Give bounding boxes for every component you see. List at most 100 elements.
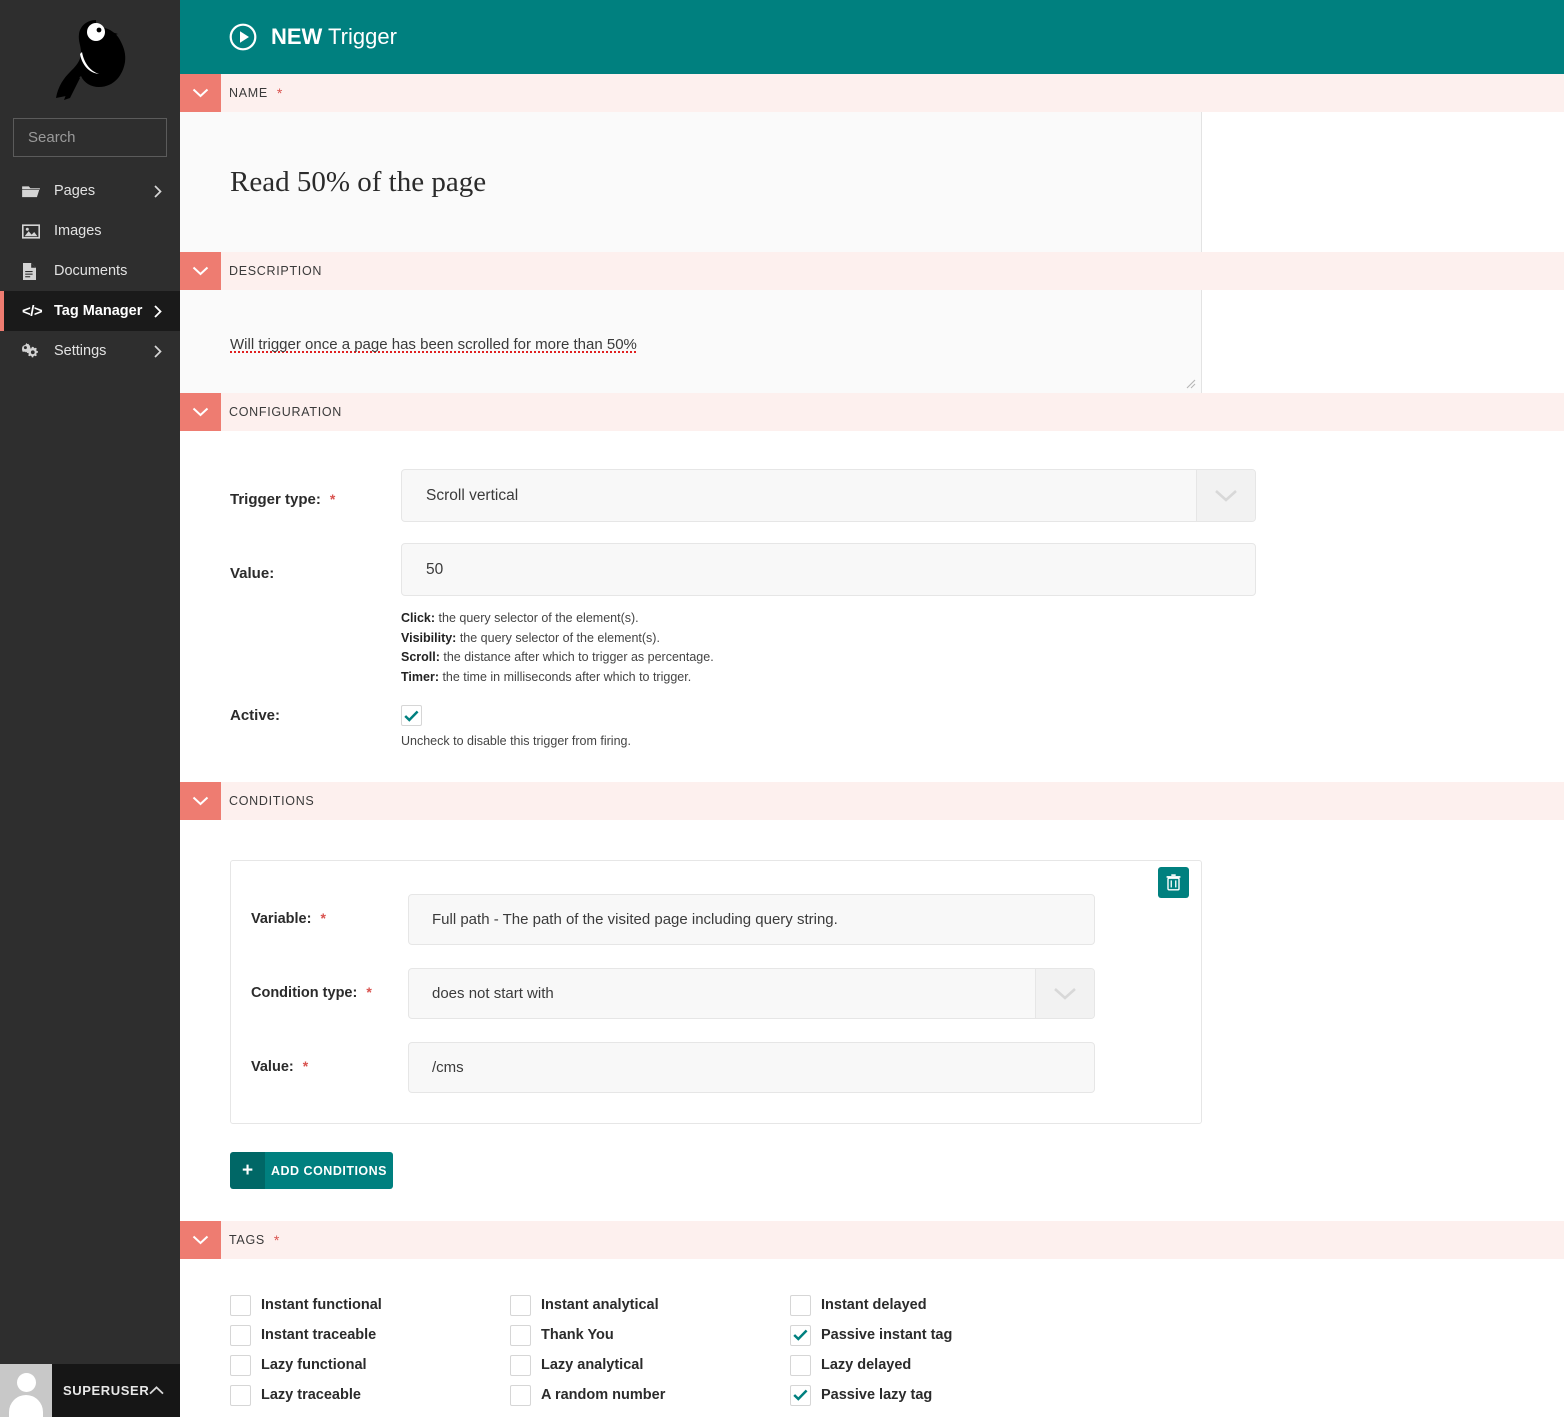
tag-column: Instant analytical Thank You Lazy analyt…: [510, 1290, 790, 1410]
search-box[interactable]: [13, 118, 244, 157]
section-header-configuration: CONFIGURATION: [180, 393, 1564, 431]
image-icon: [22, 222, 42, 240]
add-conditions-button[interactable]: + ADD CONDITIONS: [230, 1152, 393, 1189]
resize-grip-icon[interactable]: [1183, 376, 1196, 389]
tag-checkbox[interactable]: [230, 1354, 251, 1376]
user-name: SUPERUSER: [63, 1383, 150, 1398]
page-title: NEW Trigger: [271, 24, 397, 50]
chevron-down-icon[interactable]: [1196, 470, 1255, 521]
collapse-toggle-description[interactable]: [180, 252, 221, 290]
collapse-toggle-configuration[interactable]: [180, 393, 221, 431]
label-text: Active:: [230, 707, 281, 724]
tag-label: Instant functional: [261, 1297, 382, 1313]
sidebar-item-tag-manager[interactable]: </> Tag Manager: [0, 291, 180, 331]
label-text: Trigger type:: [230, 491, 321, 508]
tag-label: A random number: [541, 1387, 666, 1403]
section-label: DESCRIPTION: [229, 264, 323, 278]
condition-value-input[interactable]: /cms: [408, 1042, 1095, 1093]
condition-variable-input[interactable]: Full path - The path of the visited page…: [408, 894, 1095, 945]
tags-body: Instant functional Instant traceable Laz…: [180, 1259, 1564, 1410]
tag-checkbox[interactable]: [230, 1294, 251, 1316]
tag-checkbox-item[interactable]: A random number: [510, 1380, 790, 1410]
sidebar: Pages Images: [0, 0, 244, 1417]
sidebar-nav: Pages Images Documents </> Tag Manager S…: [0, 171, 180, 371]
sidebar-item-label: Settings: [54, 343, 107, 359]
conditions-body: Variable: * Full path - The path of the v…: [180, 820, 1564, 1189]
label-text: Value:: [230, 565, 275, 582]
hint-item: Scroll: the distance after which to trig…: [401, 648, 1564, 668]
hint-term: Scroll:: [401, 650, 440, 664]
section-title-conditions: CONDITIONS: [221, 782, 314, 820]
tag-checkbox-item[interactable]: Passive lazy tag: [790, 1380, 1070, 1410]
section-label: NAME: [229, 86, 268, 100]
tag-checkbox[interactable]: [230, 1324, 251, 1346]
collapse-toggle-name[interactable]: [180, 74, 221, 112]
hint-text: the query selector of the element(s).: [435, 611, 639, 625]
tag-checkbox-item[interactable]: Instant traceable: [230, 1320, 510, 1350]
trigger-type-control: Scroll vertical: [401, 469, 1564, 522]
value-control: 50 Click: the query selector of the elem…: [401, 543, 1564, 687]
page-title-bold: NEW: [271, 24, 323, 49]
sidebar-item-documents[interactable]: Documents: [0, 251, 180, 291]
tag-label: Lazy functional: [261, 1357, 367, 1373]
section-header-name: NAME *: [180, 74, 1564, 112]
tag-label: Instant analytical: [541, 1297, 659, 1313]
tag-checkbox[interactable]: [230, 1384, 251, 1406]
tag-checkbox-item[interactable]: Lazy traceable: [230, 1380, 510, 1410]
value-input[interactable]: 50: [401, 543, 1256, 596]
sidebar-item-settings[interactable]: Settings: [0, 331, 180, 371]
sidebar-item-images[interactable]: Images: [0, 211, 180, 251]
tag-checkbox-item[interactable]: Passive instant tag: [790, 1320, 1070, 1350]
chevron-down-icon[interactable]: [1035, 969, 1094, 1018]
tag-checkbox-item[interactable]: Instant functional: [230, 1290, 510, 1320]
sidebar-item-pages[interactable]: Pages: [0, 171, 180, 211]
section-label: CONDITIONS: [229, 794, 315, 808]
required-asterisk: *: [276, 85, 284, 101]
logo: [0, 0, 180, 118]
tag-checkbox[interactable]: [790, 1324, 811, 1346]
condition-type-row: Condition type: * does not start with: [251, 968, 1201, 1019]
tag-checkbox-item[interactable]: Thank You: [510, 1320, 790, 1350]
name-field[interactable]: Read 50% of the page: [180, 112, 1202, 252]
folder-open-icon: [22, 182, 42, 200]
hint-text: the query selector of the element(s).: [456, 630, 660, 645]
tag-checkbox-item[interactable]: Lazy functional: [230, 1350, 510, 1380]
collapse-toggle-tags[interactable]: [180, 1221, 221, 1259]
tag-checkbox-item[interactable]: Lazy delayed: [790, 1350, 1070, 1380]
description-field[interactable]: Will trigger once a page has been scroll…: [180, 290, 1202, 393]
tag-checkbox[interactable]: [790, 1354, 811, 1376]
hint-item: Visibility: the query selector of the el…: [401, 629, 1564, 649]
tag-checkbox-item[interactable]: Instant analytical: [510, 1290, 790, 1320]
tag-checkbox[interactable]: [790, 1384, 811, 1406]
tag-checkbox[interactable]: [790, 1294, 811, 1316]
section-header-conditions: CONDITIONS: [180, 782, 1564, 820]
delete-condition-button[interactable]: [1158, 867, 1189, 898]
required-asterisk: *: [273, 1232, 281, 1248]
tag-checkbox[interactable]: [510, 1324, 531, 1346]
sidebar-item-label: Pages: [54, 183, 96, 199]
required-asterisk: *: [302, 1058, 309, 1074]
tag-checkbox[interactable]: [510, 1354, 531, 1376]
required-asterisk: *: [329, 491, 336, 507]
active-checkbox[interactable]: [401, 705, 422, 726]
tag-checkbox-item[interactable]: Lazy analytical: [510, 1350, 790, 1380]
tag-label: Passive lazy tag: [821, 1387, 933, 1403]
condition-type-select[interactable]: does not start with: [408, 968, 1095, 1019]
page-title-rest: Trigger: [322, 24, 397, 49]
tag-column: Instant delayed Passive instant tag Lazy…: [790, 1290, 1070, 1410]
chevron-up-icon[interactable]: [149, 1386, 164, 1395]
tag-checkbox-item[interactable]: Instant delayed: [790, 1290, 1070, 1320]
user-bar[interactable]: SUPERUSER: [0, 1364, 180, 1417]
chevron-right-icon: [150, 184, 166, 198]
condition-card: Variable: * Full path - The path of the v…: [230, 860, 1202, 1124]
tag-checkbox[interactable]: [510, 1384, 531, 1406]
document-icon: [22, 262, 42, 280]
label-text: Variable:: [251, 911, 312, 927]
collapse-toggle-conditions[interactable]: [180, 782, 221, 820]
label-text: Condition type:: [251, 985, 358, 1001]
tag-checkbox[interactable]: [510, 1294, 531, 1316]
active-row: Active: Uncheck to disable this trigger …: [230, 705, 1564, 748]
trigger-type-select[interactable]: Scroll vertical: [401, 469, 1256, 522]
code-icon: </>: [22, 302, 43, 320]
trigger-type-label: Trigger type: *: [230, 469, 401, 508]
